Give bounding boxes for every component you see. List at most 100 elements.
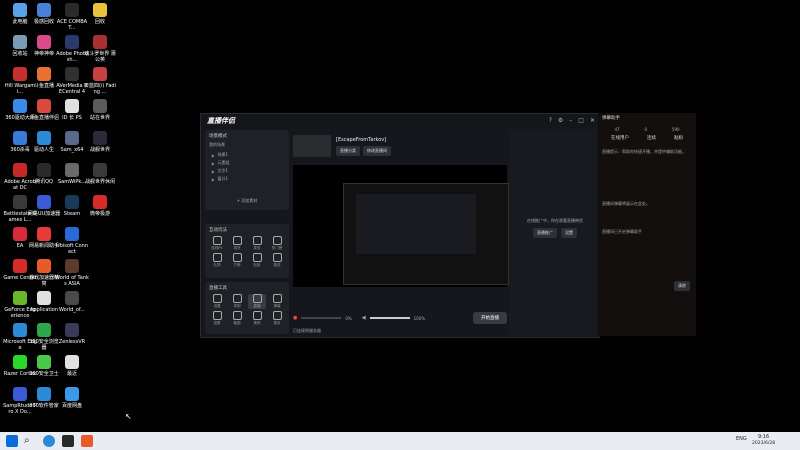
tool-button[interactable]: 录制 — [228, 294, 246, 309]
app-icon — [13, 259, 27, 273]
tool-icon — [212, 253, 222, 262]
category-tag[interactable]: 直播分类 — [336, 145, 360, 156]
live-companion-taskbar-icon[interactable] — [81, 435, 93, 447]
app-icon — [13, 291, 27, 305]
clear-button[interactable]: 清除 — [674, 281, 690, 291]
edit-room-tag[interactable]: 修改直播间 — [363, 145, 391, 156]
source-label: 文字1 — [217, 168, 229, 173]
app-icon — [65, 163, 79, 177]
live-preview[interactable] — [293, 165, 509, 287]
minimize-icon[interactable]: – — [569, 117, 572, 125]
desktop-icon[interactable]: 站在世界 — [83, 99, 117, 121]
title-bar[interactable]: 直播伴侣 ? ⚙ – □ ✕ — [201, 114, 599, 128]
tool-label: 设置 — [213, 304, 221, 308]
clock-date[interactable]: 2023/6/28 — [752, 441, 775, 446]
desktop-icon[interactable]: 回收 — [83, 3, 117, 25]
tool-button[interactable]: 投屏 — [208, 311, 226, 326]
live-companion-window: 直播伴侣 ? ⚙ – □ ✕ 场景模式 我的场景 ◉ 场景1 ◉ 元素组 ◉ 文字1 ◉ 窗口… — [200, 113, 600, 338]
app-icon — [37, 323, 51, 337]
search-icon[interactable]: ⌕ — [24, 435, 36, 447]
app-icon — [13, 131, 27, 145]
source-item[interactable]: ◉ 窗口1 — [205, 175, 289, 183]
tool-button[interactable]: 礼物 — [208, 253, 226, 268]
promo-settings-button[interactable]: 设置 — [561, 228, 577, 238]
eye-icon[interactable]: ◉ — [211, 153, 215, 158]
tool-button[interactable]: 弹幕 — [268, 294, 286, 309]
app-icon — [13, 163, 27, 177]
tool-button[interactable]: 带货 — [228, 236, 246, 251]
desktop-icon-label: 日蓝四(i) Fading ... — [84, 83, 116, 95]
desktop-icon[interactable]: 魂斗罗世界 蒲公英 — [83, 35, 117, 63]
desktop-icon[interactable]: ZenlessVR — [55, 323, 89, 345]
settings-icon[interactable]: ⚙ — [558, 117, 563, 125]
tool-label: 打榜 — [233, 263, 241, 267]
desktop-icon[interactable]: World of Tanks ASIA — [55, 259, 89, 287]
maximize-icon[interactable]: □ — [578, 117, 584, 125]
mic-icon[interactable]: ● — [293, 315, 297, 321]
desktop-icon[interactable]: 微帝极游 — [83, 195, 117, 217]
stream-title[interactable]: [EscapeFromTarkov] — [336, 137, 391, 143]
stat-count: 0 — [644, 127, 647, 132]
tool-label: 弹幕 — [273, 304, 281, 308]
add-source-button[interactable]: + 添加素材 — [237, 198, 258, 203]
help-icon[interactable]: ? — [549, 117, 552, 125]
app-icon — [93, 195, 107, 209]
tool-button[interactable]: 设置 — [208, 294, 226, 309]
obs-icon[interactable] — [62, 435, 74, 447]
desktop-icon-label: 站在世界 — [89, 115, 110, 121]
source-item[interactable]: ◉ 元素组 — [205, 159, 289, 167]
desktop-icon[interactable]: 百度网盘 — [55, 387, 89, 409]
tool-button[interactable]: 连线PK — [208, 236, 226, 251]
tool-icon — [252, 311, 262, 320]
clock-time[interactable]: 9:16 — [758, 434, 769, 440]
app-icon — [13, 323, 27, 337]
tool-button[interactable]: 推送 — [268, 253, 286, 268]
status-text: 已连接到服务器 — [293, 328, 321, 333]
go-live-button[interactable]: 开始直播 — [473, 312, 507, 324]
stream-cover[interactable] — [293, 135, 331, 157]
app-icon — [93, 35, 107, 49]
eye-icon[interactable]: ◉ — [211, 169, 215, 174]
start-button[interactable] — [6, 435, 18, 447]
tool-icon — [232, 236, 242, 245]
eye-icon[interactable]: ◉ — [211, 177, 215, 182]
eye-icon[interactable]: ◉ — [211, 161, 215, 166]
promote-button[interactable]: 直播推广 — [533, 228, 557, 238]
mic-slider[interactable] — [301, 317, 342, 319]
tool-button[interactable]: 麦序 — [248, 236, 266, 251]
desktop-icon[interactable]: World_of... — [55, 291, 89, 313]
desktop-icon-label: ZenlessVR — [58, 339, 86, 345]
tool-icon — [252, 253, 262, 262]
speaker-icon[interactable]: ◀ — [362, 315, 366, 321]
source-item[interactable]: ◉ 文字1 — [205, 167, 289, 175]
mouse-cursor: ↖ — [125, 412, 132, 421]
desktop: 此电脑 极感回收 ACE COMBAT... 回收 回收站 神帝神帝 Adobe Photo… — [0, 0, 800, 432]
tool-button[interactable]: 美颜 — [248, 311, 266, 326]
app-icon — [13, 99, 27, 113]
tool-button[interactable]: 热门榜 — [268, 236, 286, 251]
left-panel: 场景模式 我的场景 ◉ 场景1 ◉ 元素组 ◉ 文字1 ◉ 窗口1 + 添加素材 互动玩法 连… — [205, 130, 289, 335]
tool-icon — [272, 236, 282, 245]
scene-title[interactable]: 场景模式 — [205, 130, 289, 142]
desktop-icon-label: 战舰世界 — [89, 147, 110, 153]
stat-label: 在线用户 — [611, 136, 629, 141]
tool-button[interactable]: 贴纸 — [248, 253, 266, 268]
desktop-icon[interactable]: 日蓝四(i) Fading ... — [83, 67, 117, 95]
tool-icon — [232, 253, 242, 262]
desktop-icon[interactable]: 战舰世界 — [83, 131, 117, 153]
desktop-icon[interactable]: 战舰世界休闲 — [83, 163, 117, 185]
tool-button[interactable]: 截图 — [228, 311, 246, 326]
desktop-icon[interactable]: Ubisoft Connect — [55, 227, 89, 255]
language-indicator[interactable]: ENG — [736, 436, 747, 442]
tool-button[interactable]: 直播 — [248, 294, 266, 309]
app-icon — [93, 163, 107, 177]
close-icon[interactable]: ✕ — [590, 117, 595, 125]
tool-button[interactable]: 更多 — [268, 311, 286, 326]
volume-slider[interactable] — [369, 317, 410, 319]
source-item[interactable]: ◉ 场景1 — [205, 151, 289, 159]
edge-icon[interactable] — [43, 435, 55, 447]
app-icon — [13, 387, 27, 401]
desktop-icon[interactable]: 最近 — [55, 355, 89, 377]
tool-icon — [252, 294, 262, 303]
tool-button[interactable]: 打榜 — [228, 253, 246, 268]
